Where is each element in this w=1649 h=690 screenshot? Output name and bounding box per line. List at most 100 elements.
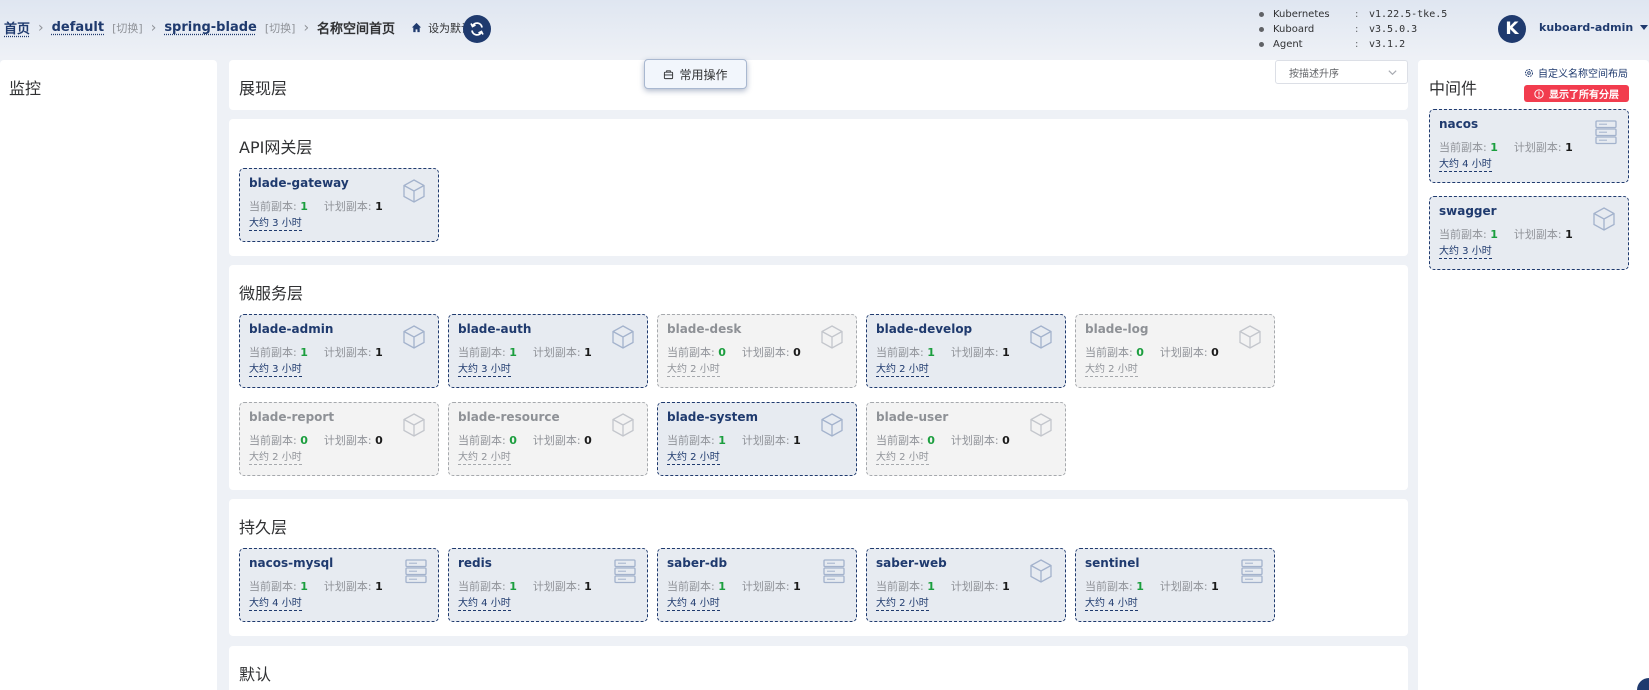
workload-name[interactable]: blade-gateway (249, 176, 349, 190)
workload-card-nacos-mysql[interactable]: nacos-mysql 当前副本: 1 计划副本: 1 大约 4 小时 (239, 548, 439, 622)
planned-label: 计划副本: (741, 434, 790, 447)
layer-title: 默认 (239, 665, 272, 684)
layer-title: 展现层 (239, 79, 288, 98)
planned-label: 计划副本: (741, 580, 790, 593)
workload-name[interactable]: saber-web (876, 556, 947, 570)
workload-card-blade-auth[interactable]: blade-auth 当前副本: 1 计划副本: 1 大约 3 小时 (448, 314, 648, 388)
workload-age: 大约 2 小时 (876, 364, 929, 377)
current-replicas: 1 (300, 200, 308, 213)
planned-replicas: 1 (793, 580, 801, 593)
avatar[interactable]: K (1498, 15, 1526, 43)
microservice-layer: 微服务层 blade-admin 当前副本: 1 计划副本: 1 大约 3 小时 bl… (229, 265, 1408, 490)
replica-info: 当前副本: 1 计划副本: 1 (1439, 139, 1573, 155)
version-value: v1.22.5-tke.5 (1369, 9, 1448, 20)
database-icon (404, 557, 428, 589)
workload-card-blade-user[interactable]: blade-user 当前副本: 0 计划副本: 0 大约 2 小时 (866, 402, 1066, 476)
current-replicas: 0 (718, 346, 726, 359)
version-row: Agent : v3.1.2 (1259, 37, 1447, 52)
workload-age: 大约 3 小时 (458, 364, 511, 377)
workload-card-blade-desk[interactable]: blade-desk 当前副本: 0 计划副本: 0 大约 2 小时 (657, 314, 857, 388)
planned-label: 计划副本: (532, 434, 581, 447)
workload-age: 大约 4 小时 (1439, 159, 1492, 172)
current-label: 当前副本: (249, 434, 297, 447)
user-menu[interactable]: kuboard-admin (1539, 21, 1649, 34)
workload-age: 大约 2 小时 (458, 452, 511, 465)
workload-name[interactable]: nacos-mysql (249, 556, 333, 570)
workload-name[interactable]: blade-admin (249, 322, 333, 336)
workload-name[interactable]: blade-desk (667, 322, 741, 336)
home-icon[interactable] (411, 22, 422, 33)
breadcrumb-app-link[interactable]: spring-blade (164, 20, 257, 35)
workload-name[interactable]: blade-system (667, 410, 758, 424)
switch-namespace-link[interactable]: [切换] (112, 20, 143, 36)
cube-icon (609, 411, 637, 443)
replica-info: 当前副本: 1 计划副本: 1 (876, 344, 1010, 360)
planned-replicas: 1 (375, 346, 383, 359)
workload-age: 大约 2 小时 (667, 452, 720, 465)
database-icon (613, 557, 637, 589)
workload-name[interactable]: redis (458, 556, 492, 570)
replica-info: 当前副本: 1 计划副本: 1 (1085, 578, 1219, 594)
cube-icon (1027, 323, 1055, 355)
sort-select[interactable]: 按描述升序 (1275, 60, 1408, 84)
workload-card-nacos[interactable]: nacos 当前副本: 1 计划副本: 1 大约 4 小时 (1429, 109, 1629, 183)
workload-card-saber-db[interactable]: saber-db 当前副本: 1 计划副本: 1 大约 4 小时 (657, 548, 857, 622)
switch-app-link[interactable]: [切换] (265, 20, 296, 36)
workload-card-redis[interactable]: redis 当前副本: 1 计划副本: 1 大约 4 小时 (448, 548, 648, 622)
workload-name[interactable]: blade-auth (458, 322, 531, 336)
planned-replicas: 0 (584, 434, 592, 447)
current-label: 当前副本: (249, 580, 297, 593)
workload-age: 大约 3 小时 (249, 364, 302, 377)
planned-label: 计划副本: (950, 346, 999, 359)
workload-name[interactable]: sentinel (1085, 556, 1139, 570)
workload-card-blade-gateway[interactable]: blade-gateway 当前副本: 1 计划副本: 1 大约 3 小时 (239, 168, 439, 242)
workload-name[interactable]: saber-db (667, 556, 727, 570)
replica-info: 当前副本: 1 计划副本: 1 (249, 198, 383, 214)
breadcrumb-home-link[interactable]: 首页 (4, 18, 30, 37)
workload-card-blade-log[interactable]: blade-log 当前副本: 0 计划副本: 0 大约 2 小时 (1075, 314, 1275, 388)
planned-replicas: 1 (1211, 580, 1219, 593)
version-value: v3.1.2 (1369, 39, 1406, 50)
workload-name[interactable]: nacos (1439, 117, 1478, 131)
layer-title: API网关层 (239, 138, 313, 157)
bullet (1259, 12, 1264, 17)
current-label: 当前副本: (1439, 228, 1487, 241)
show-all-layers-button[interactable]: 显示了所有分层 (1524, 85, 1629, 102)
workload-age: 大约 3 小时 (249, 218, 302, 231)
workload-card-blade-system[interactable]: blade-system 当前副本: 1 计划副本: 1 大约 2 小时 (657, 402, 857, 476)
custom-layout-link[interactable]: 自定义名称空间布局 (1524, 65, 1628, 80)
workload-age: 大约 4 小时 (1085, 598, 1138, 611)
bullet (1259, 27, 1264, 32)
workload-name[interactable]: blade-report (249, 410, 334, 424)
breadcrumb-namespace-link[interactable]: default (52, 20, 104, 35)
common-operations-button[interactable]: 常用操作 (644, 59, 747, 89)
workload-card-blade-admin[interactable]: blade-admin 当前副本: 1 计划副本: 1 大约 3 小时 (239, 314, 439, 388)
workload-name[interactable]: blade-log (1085, 322, 1148, 336)
refresh-button[interactable] (463, 15, 491, 43)
workload-card-blade-report[interactable]: blade-report 当前副本: 0 计划副本: 0 大约 2 小时 (239, 402, 439, 476)
workload-name[interactable]: blade-user (876, 410, 948, 424)
workload-card-blade-develop[interactable]: blade-develop 当前副本: 1 计划副本: 1 大约 2 小时 (866, 314, 1066, 388)
planned-label: 计划副本: (323, 200, 372, 213)
database-icon (822, 557, 846, 589)
cube-icon (1027, 411, 1055, 443)
workload-card-saber-web[interactable]: saber-web 当前副本: 1 计划副本: 1 大约 2 小时 (866, 548, 1066, 622)
workload-name[interactable]: blade-develop (876, 322, 972, 336)
show-all-label: 显示了所有分层 (1549, 90, 1619, 101)
workload-name[interactable]: blade-resource (458, 410, 560, 424)
current-replicas: 1 (1136, 580, 1144, 593)
current-label: 当前副本: (667, 346, 715, 359)
workload-card-sentinel[interactable]: sentinel 当前副本: 1 计划副本: 1 大约 4 小时 (1075, 548, 1275, 622)
workload-age: 大约 3 小时 (1439, 246, 1492, 259)
gear-icon (1525, 68, 1533, 77)
workload-card-swagger[interactable]: swagger 当前副本: 1 计划副本: 1 大约 3 小时 (1429, 196, 1629, 270)
workload-name[interactable]: swagger (1439, 204, 1497, 218)
workload-card-blade-resource[interactable]: blade-resource 当前副本: 0 计划副本: 0 大约 2 小时 (448, 402, 648, 476)
planned-replicas: 0 (1211, 346, 1219, 359)
caret-down-icon (1640, 24, 1649, 30)
middleware-panel: 中间件 自定义名称空间布局 显示了所有分层 nacos 当前副本: 1 计划副本: … (1418, 60, 1649, 690)
default-layer: 默认 (229, 646, 1408, 690)
separator: : (1355, 39, 1359, 50)
toolbox-icon (664, 69, 674, 79)
api-gateway-layer: API网关层 blade-gateway 当前副本: 1 计划副本: 1 大约 3 小… (229, 119, 1408, 256)
